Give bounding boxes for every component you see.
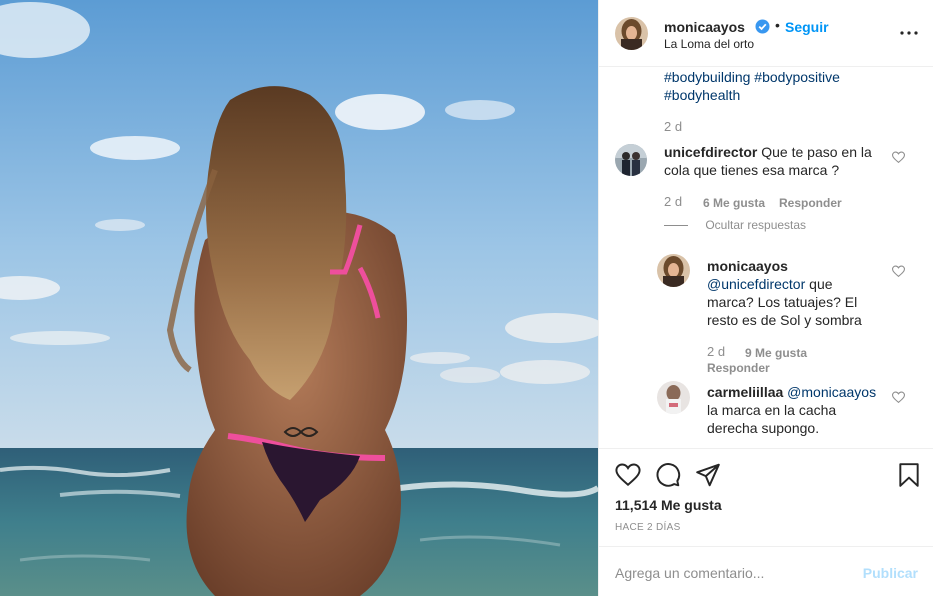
follow-button[interactable]: Seguir — [785, 19, 829, 35]
comment-bubble-icon[interactable] — [655, 462, 681, 488]
reply-avatar[interactable] — [657, 254, 690, 287]
post-location[interactable]: La Loma del orto — [664, 37, 754, 51]
reply-mention[interactable]: @monicaayos — [787, 384, 876, 400]
verified-badge-icon — [755, 19, 770, 34]
comment-age[interactable]: 2 d — [664, 194, 682, 209]
comment-likes[interactable]: 6 Me gusta — [703, 196, 765, 210]
more-options-icon[interactable] — [899, 25, 919, 41]
likes-count[interactable]: 11,514 Me gusta — [615, 497, 722, 513]
commenter-avatar[interactable] — [615, 144, 647, 176]
reply-username[interactable]: monicaayos — [707, 258, 788, 274]
reply-username[interactable]: carmeliillaa — [707, 384, 783, 400]
reply-likes[interactable]: 9 Me gusta — [745, 346, 807, 360]
comment-composer: Agrega un comentario... Publicar — [599, 546, 933, 596]
comment-username[interactable]: unicefdirector — [664, 144, 757, 160]
publish-button[interactable]: Publicar — [863, 565, 918, 581]
beach-photo-illustration — [0, 0, 598, 596]
comments-list[interactable]: #bodybuilding #bodypositive #bodyhealth … — [599, 68, 933, 448]
comment-input[interactable]: Agrega un comentario... — [615, 565, 764, 581]
hide-replies-line — [664, 225, 688, 227]
reply-like-heart-icon[interactable] — [891, 265, 906, 278]
header-separator: • — [775, 17, 780, 33]
post-photo[interactable] — [0, 0, 598, 596]
reply-body: carmeliillaa @monicaayos la marca en la … — [707, 383, 887, 437]
comment-reply-button[interactable]: Responder — [779, 196, 842, 210]
comment-like-heart-icon[interactable] — [891, 151, 906, 164]
reply-avatar[interactable] — [657, 381, 690, 414]
hide-replies-label: Ocultar respuestas — [705, 218, 807, 232]
reply-text: la marca en la cacha derecha supongo. — [707, 402, 837, 436]
reply-body: monicaayos @unicefdirector que marca? Lo… — [707, 257, 882, 329]
caption-hashtags[interactable]: #bodybuilding #bodypositive #bodyhealth — [664, 68, 914, 104]
paper-plane-icon[interactable] — [695, 462, 721, 488]
reply-like-heart-icon[interactable] — [891, 391, 906, 404]
reply-age[interactable]: 2 d — [707, 344, 725, 359]
reply-mention[interactable]: @unicefdirector — [707, 276, 805, 292]
hide-replies-button[interactable]: Ocultar respuestas — [664, 218, 806, 232]
post-actions: 11,514 Me gusta HACE 2 DÍAS — [599, 448, 933, 548]
heart-icon[interactable] — [615, 462, 641, 488]
author-username[interactable]: monicaayos — [664, 19, 745, 35]
post-sidebar: monicaayos • Seguir La Loma del orto #bo… — [598, 0, 933, 596]
post-date[interactable]: HACE 2 DÍAS — [615, 522, 681, 533]
bookmark-icon[interactable] — [896, 462, 922, 488]
author-avatar[interactable] — [615, 17, 648, 50]
reply-reply-button[interactable]: Responder — [707, 361, 770, 375]
caption-age: 2 d — [664, 119, 683, 134]
post-header: monicaayos • Seguir La Loma del orto — [599, 0, 933, 67]
comment-body: unicefdirector Que te paso en la cola qu… — [664, 143, 889, 179]
